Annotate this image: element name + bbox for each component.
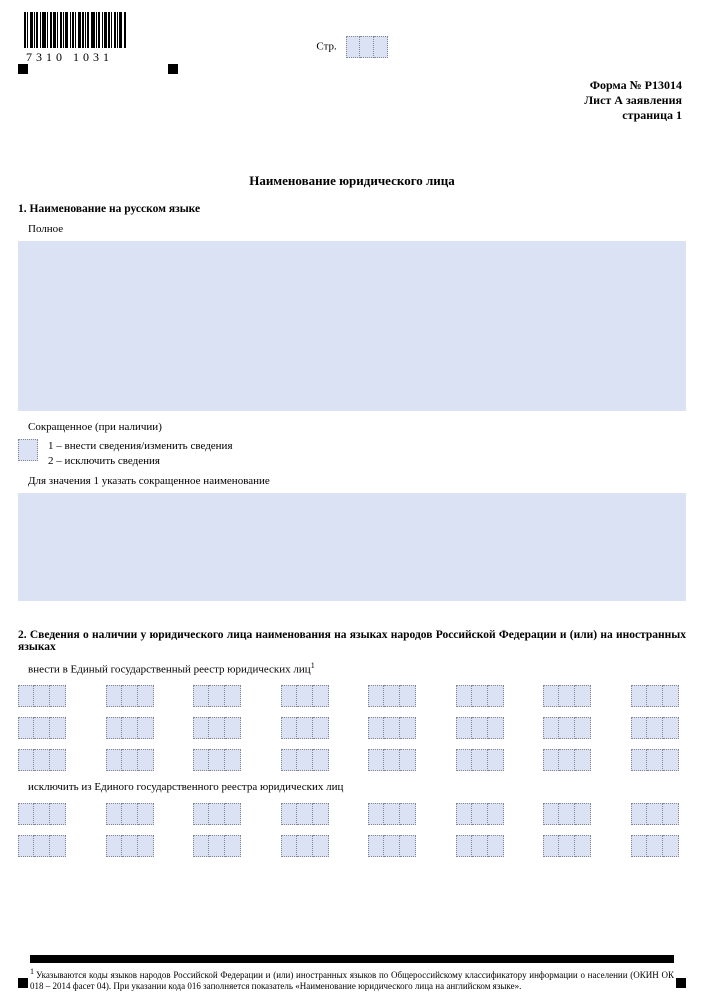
language-code-cell[interactable] — [456, 835, 512, 857]
footnote-ref-icon: 1 — [311, 661, 315, 670]
alignment-square-icon — [676, 978, 686, 988]
short-name-option-cell[interactable] — [18, 439, 38, 461]
language-code-cell[interactable] — [456, 749, 512, 771]
page-label: Стр. — [316, 41, 336, 53]
language-code-cell[interactable] — [281, 685, 337, 707]
language-code-cell[interactable] — [193, 685, 249, 707]
full-name-label: Полное — [28, 223, 686, 235]
language-code-cell[interactable] — [631, 717, 687, 739]
language-code-cell[interactable] — [456, 717, 512, 739]
language-code-cell[interactable] — [281, 835, 337, 857]
form-header: Форма № Р13014 Лист А заявления страница… — [584, 78, 682, 123]
language-code-cell[interactable] — [368, 835, 424, 857]
language-code-cell[interactable] — [281, 749, 337, 771]
form-sheet: Лист А заявления — [584, 93, 682, 108]
language-code-cell[interactable] — [456, 685, 512, 707]
language-code-cell[interactable] — [18, 749, 74, 771]
form-number: Форма № Р13014 — [584, 78, 682, 93]
language-code-cell[interactable] — [18, 717, 74, 739]
language-code-cell[interactable] — [193, 749, 249, 771]
language-code-cell[interactable] — [631, 803, 687, 825]
language-code-cell[interactable] — [281, 717, 337, 739]
add-codes-grid — [18, 685, 686, 771]
language-code-cell[interactable] — [18, 685, 74, 707]
page-number-cells[interactable] — [346, 36, 388, 58]
language-code-cell[interactable] — [368, 685, 424, 707]
option-row: 1 – внести сведения/изменить сведения 2 … — [18, 439, 686, 469]
section2-heading: 2. Сведения о наличии у юридического лиц… — [18, 629, 686, 653]
option1-text: 1 – внести сведения/изменить сведения — [48, 439, 233, 454]
footnote-bar-icon — [30, 955, 674, 963]
footnote: 1Указываются коды языков народов Российс… — [30, 955, 674, 993]
section2-add-label: внести в Единый государственный реестр ю… — [28, 661, 686, 676]
language-code-cell[interactable] — [368, 717, 424, 739]
language-code-cell[interactable] — [193, 717, 249, 739]
language-code-cell[interactable] — [543, 685, 599, 707]
language-code-cell[interactable] — [368, 803, 424, 825]
language-code-cell[interactable] — [106, 803, 162, 825]
language-code-cell[interactable] — [543, 803, 599, 825]
page-title: Наименование юридического лица — [18, 173, 686, 189]
alignment-square-icon — [168, 64, 178, 74]
language-code-cell[interactable] — [193, 803, 249, 825]
short-name-label: Сокращенное (при наличии) — [28, 421, 686, 433]
language-code-cell[interactable] — [543, 717, 599, 739]
language-code-cell[interactable] — [631, 749, 687, 771]
language-code-cell[interactable] — [631, 835, 687, 857]
language-code-cell[interactable] — [193, 835, 249, 857]
footnote-number: 1 — [30, 967, 34, 976]
short-name-field[interactable] — [18, 493, 686, 601]
language-code-cell[interactable] — [543, 749, 599, 771]
form-page: страница 1 — [584, 108, 682, 123]
page-number-row: Стр. — [0, 36, 704, 58]
language-code-cell[interactable] — [106, 835, 162, 857]
language-code-cell[interactable] — [631, 685, 687, 707]
remove-codes-grid — [18, 803, 686, 857]
alignment-square-icon — [18, 978, 28, 988]
section1-heading: 1. Наименование на русском языке — [18, 203, 686, 215]
full-name-field[interactable] — [18, 241, 686, 411]
section2-remove-label: исключить из Единого государственного ре… — [28, 781, 686, 793]
language-code-cell[interactable] — [18, 803, 74, 825]
short-name-instruction: Для значения 1 указать сокращенное наиме… — [28, 475, 686, 487]
footnote-text: Указываются коды языков народов Российск… — [30, 970, 674, 991]
language-code-cell[interactable] — [368, 749, 424, 771]
language-code-cell[interactable] — [18, 835, 74, 857]
language-code-cell[interactable] — [106, 749, 162, 771]
language-code-cell[interactable] — [456, 803, 512, 825]
section2-add-text: внести в Единый государственный реестр ю… — [28, 663, 311, 675]
language-code-cell[interactable] — [106, 685, 162, 707]
alignment-square-icon — [18, 64, 28, 74]
language-code-cell[interactable] — [106, 717, 162, 739]
language-code-cell[interactable] — [281, 803, 337, 825]
option2-text: 2 – исключить сведения — [48, 454, 233, 469]
language-code-cell[interactable] — [543, 835, 599, 857]
